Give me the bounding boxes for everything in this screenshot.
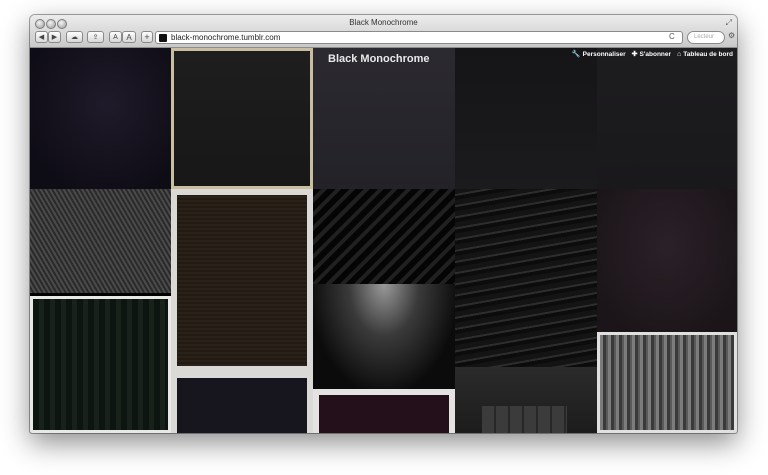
- customize-button[interactable]: 🔧 Personnaliser: [571, 50, 626, 59]
- forward-button[interactable]: ▶: [48, 31, 61, 43]
- plus-icon: ✚: [631, 51, 638, 58]
- back-icon: ◀: [38, 34, 45, 41]
- reload-icon[interactable]: C: [669, 32, 675, 41]
- photo-tile[interactable]: [455, 48, 597, 189]
- text-larger-button[interactable]: A: [122, 31, 136, 43]
- blog-title[interactable]: Black Monochrome: [328, 53, 429, 65]
- photo-tile-detail: [482, 406, 567, 433]
- reader-button[interactable]: Lecteur: [687, 31, 725, 44]
- title-bar: Black Monochrome ⤢ ◀ ▶ ☁ ⇪ A A + black-m…: [30, 15, 737, 48]
- address-bar[interactable]: black-monochrome.tumblr.com C: [155, 31, 683, 44]
- text-smaller-button[interactable]: A: [109, 31, 122, 43]
- tumblr-controls: 🔧 Personnaliser ✚ S'abonner ⌂ Tableau de…: [571, 50, 733, 59]
- photo-tile[interactable]: [455, 189, 597, 367]
- share-button[interactable]: ⇪: [87, 31, 104, 43]
- follow-button[interactable]: ✚ S'abonner: [631, 50, 671, 59]
- photo-tile[interactable]: [597, 332, 737, 433]
- gear-icon[interactable]: ⚙: [728, 31, 736, 44]
- photo-tile[interactable]: [313, 189, 455, 284]
- browser-window: Black Monochrome ⤢ ◀ ▶ ☁ ⇪ A A + black-m…: [30, 15, 737, 433]
- site-favicon-icon: [159, 34, 167, 42]
- new-tab-button[interactable]: +: [141, 31, 153, 43]
- photo-tile[interactable]: [597, 48, 737, 189]
- window-title: Black Monochrome: [349, 18, 418, 27]
- photo-tile[interactable]: [171, 189, 313, 372]
- photo-tile[interactable]: [30, 296, 171, 433]
- photo-tile[interactable]: [30, 189, 171, 293]
- photo-tile[interactable]: [597, 189, 737, 332]
- icloud-button[interactable]: ☁: [66, 31, 83, 43]
- wrench-icon: 🔧: [571, 51, 581, 58]
- photo-tile[interactable]: [313, 389, 455, 433]
- plus-icon: +: [144, 32, 150, 42]
- photo-tile[interactable]: [30, 48, 171, 189]
- cloud-icon: ☁: [71, 34, 78, 41]
- photo-tile[interactable]: [171, 48, 313, 189]
- dashboard-button[interactable]: ⌂ Tableau de bord: [677, 50, 733, 58]
- blog-content: Black Monochrome 🔧 Personnaliser ✚ S'abo…: [30, 48, 737, 433]
- photo-tile[interactable]: [313, 284, 455, 389]
- photo-tile[interactable]: [313, 48, 455, 189]
- forward-icon: ▶: [51, 34, 58, 41]
- fullscreen-icon[interactable]: ⤢: [726, 18, 732, 28]
- share-icon: ⇪: [92, 34, 99, 41]
- back-button[interactable]: ◀: [35, 31, 48, 43]
- url-text: black-monochrome.tumblr.com: [171, 33, 281, 42]
- home-icon: ⌂: [677, 50, 682, 58]
- photo-tile[interactable]: [171, 372, 313, 433]
